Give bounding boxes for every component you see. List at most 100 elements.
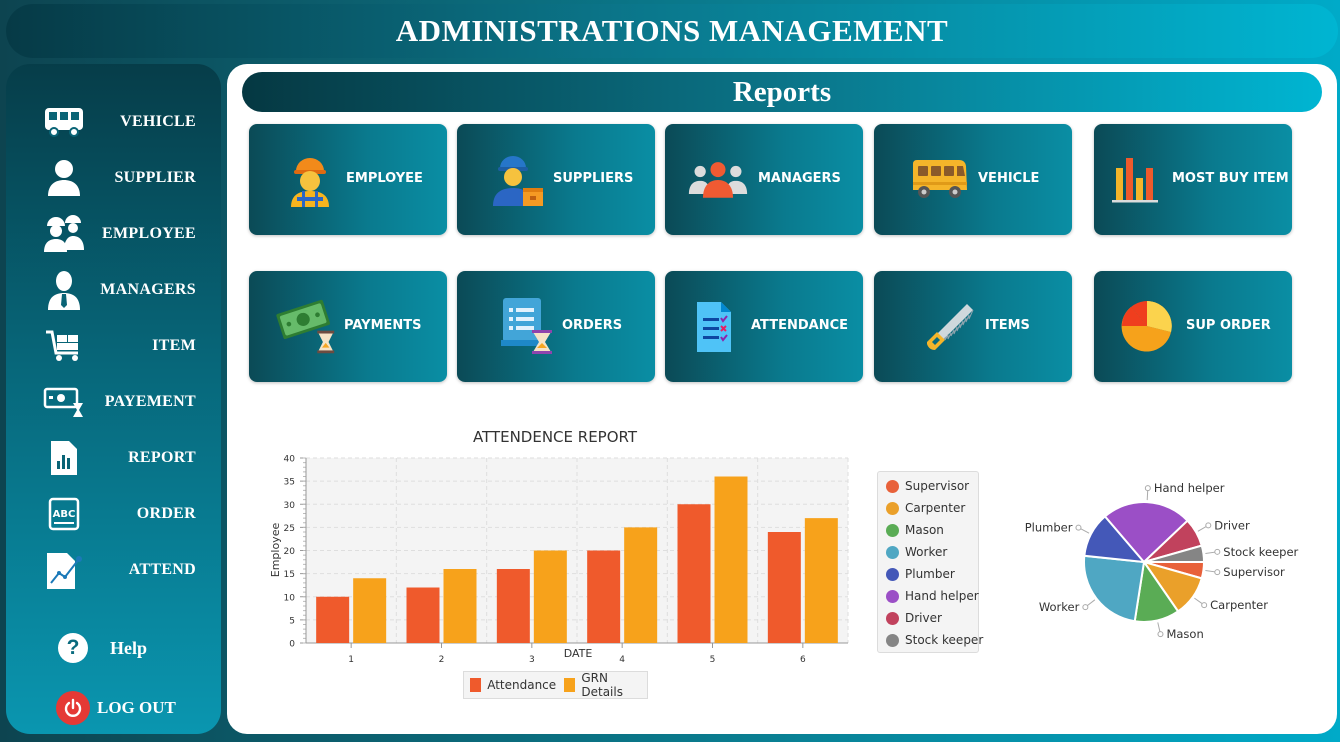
legend-label: Carpenter: [905, 501, 966, 515]
sidebar-item-managers[interactable]: MANAGERS: [6, 268, 221, 312]
pie-leader-dot: [1201, 602, 1208, 609]
pie-slice-label: Plumber: [1025, 521, 1073, 535]
pie-leader-line: [1085, 599, 1096, 608]
tile-payments[interactable]: PAYMENTS: [249, 271, 447, 382]
bar-attendance: [767, 532, 801, 643]
page-title: Reports: [732, 75, 832, 108]
tile-attendance[interactable]: ATTENDANCE: [665, 271, 863, 382]
legend-label: Plumber: [905, 567, 955, 581]
tile-managers[interactable]: MANAGERS: [665, 124, 863, 235]
workers-icon: [42, 214, 86, 254]
pie-slice-label: Hand helper: [1154, 481, 1225, 495]
sidebar-item-employee[interactable]: EMPLOYEE: [6, 212, 221, 256]
bar-grn-details: [714, 476, 748, 643]
pie-slice-mason: [1133, 559, 1180, 623]
legend-item: Carpenter: [886, 498, 965, 518]
pie-chart-icon: [1116, 296, 1178, 356]
tile-label: EMPLOYEE: [346, 171, 423, 186]
tile-label: PAYMENTS: [344, 318, 422, 333]
sidebar-item-label: REPORT: [128, 449, 196, 466]
legend-dot: [886, 523, 899, 537]
pie-slice-label: Supervisor: [1223, 565, 1285, 579]
legend-item: Plumber: [886, 564, 955, 584]
tile-label: ORDERS: [562, 318, 623, 333]
pie-legend: Supervisor Carpenter Mason Worker Plumber Han…: [877, 471, 983, 653]
legend-label: Driver: [905, 611, 942, 625]
logout-button[interactable]: LOG OUT: [56, 690, 176, 726]
logout-label: LOG OUT: [97, 698, 176, 717]
tile-label: ATTENDANCE: [751, 318, 848, 333]
legend-label: Supervisor: [905, 479, 970, 493]
cart-icon: [42, 326, 86, 366]
sidebar-item-vehicle[interactable]: VEHICLE: [6, 100, 221, 144]
legend-label: GRN Details: [581, 671, 623, 699]
x-tick-label: 5: [710, 655, 716, 665]
pie-slice-label: Stock keeper: [1223, 545, 1298, 559]
sidebar-item-report[interactable]: REPORT: [6, 436, 221, 480]
pie-slice-carpenter: [1141, 560, 1203, 613]
pie-leader-line: [1157, 622, 1161, 635]
supplier-icon: [487, 149, 549, 209]
manager-icon: [42, 270, 86, 310]
y-tick-label: 40: [284, 455, 296, 465]
sidebar: VEHICLE SUPPLIER EMPLOYEE MANAGERS ITEM …: [6, 64, 221, 734]
tile-sup-order[interactable]: SUP ORDER: [1094, 271, 1292, 382]
sidebar-item-attend[interactable]: ATTEND: [6, 548, 221, 592]
bar-attendance: [316, 596, 350, 643]
help-button[interactable]: ? Help: [58, 630, 147, 666]
pie-leader-dot: [1144, 485, 1151, 492]
pie-slice-plumber: [1083, 514, 1147, 564]
legend-dot: [886, 501, 899, 515]
tile-items[interactable]: ITEMS: [874, 271, 1072, 382]
legend-swatch-grn: [564, 678, 576, 692]
bar-chart: 0 5 10 15 20 25 30 35 40 1 2 3 4 5 6: [284, 455, 849, 665]
sidebar-item-order[interactable]: ABC ORDER: [6, 492, 221, 536]
legend-label: Mason: [905, 523, 944, 537]
x-axis-label: DATE: [564, 647, 593, 660]
bar-grn-details: [533, 550, 567, 643]
legend-label: Worker: [905, 545, 948, 559]
bar-grn-details: [353, 578, 387, 643]
legend-swatch-attendance: [470, 678, 482, 692]
legend-label: Stock keeper: [905, 633, 984, 647]
user-icon: [42, 158, 86, 198]
money-icon: [275, 296, 337, 356]
plot-background: [306, 458, 848, 643]
sidebar-item-supplier[interactable]: SUPPLIER: [6, 156, 221, 200]
pie-slice-driver: [1143, 519, 1203, 563]
sidebar-item-item[interactable]: ITEM: [6, 324, 221, 368]
x-tick-label: 3: [529, 655, 535, 665]
tile-label: SUPPLIERS: [553, 171, 634, 186]
pie-slice-stock-keeper: [1143, 544, 1206, 563]
sidebar-item-payement[interactable]: PAYEMENT: [6, 380, 221, 424]
tile-employee[interactable]: EMPLOYEE: [249, 124, 447, 235]
tile-label: VEHICLE: [978, 171, 1040, 186]
pie-leader-line: [1146, 488, 1149, 501]
pie-leader-dot: [1205, 522, 1212, 529]
y-tick-label: 25: [284, 524, 295, 534]
pie-slice-worker: [1083, 554, 1146, 623]
legend-dot: [886, 567, 899, 581]
legend-item: Mason: [886, 520, 944, 540]
pie-leader-dot: [1157, 631, 1164, 638]
pie-leader-dot: [1075, 524, 1082, 531]
tile-label: ITEMS: [985, 318, 1030, 333]
sidebar-item-label: PAYEMENT: [104, 393, 196, 410]
bar-attendance: [406, 587, 440, 643]
tile-suppliers[interactable]: SUPPLIERS: [457, 124, 655, 235]
sidebar-item-label: SUPPLIER: [114, 169, 196, 186]
pie-leader-dot: [1214, 569, 1221, 576]
pie-leader-line: [1197, 524, 1209, 532]
tile-orders[interactable]: ORDERS: [457, 271, 655, 382]
legend-item: Worker: [886, 542, 947, 562]
pie-leader-line: [1078, 527, 1090, 534]
tile-vehicle[interactable]: VEHICLE: [874, 124, 1072, 235]
legend-label: Hand helper: [905, 589, 979, 603]
legend-item: Supervisor: [886, 476, 969, 496]
sidebar-item-label: MANAGERS: [100, 281, 196, 298]
svg-text:ABC: ABC: [53, 509, 76, 520]
pie-slice-label: Mason: [1166, 627, 1203, 641]
tile-most-buy-item[interactable]: MOST BUY ITEM: [1094, 124, 1292, 235]
power-icon: [56, 691, 90, 725]
sidebar-item-label: ITEM: [152, 337, 196, 354]
